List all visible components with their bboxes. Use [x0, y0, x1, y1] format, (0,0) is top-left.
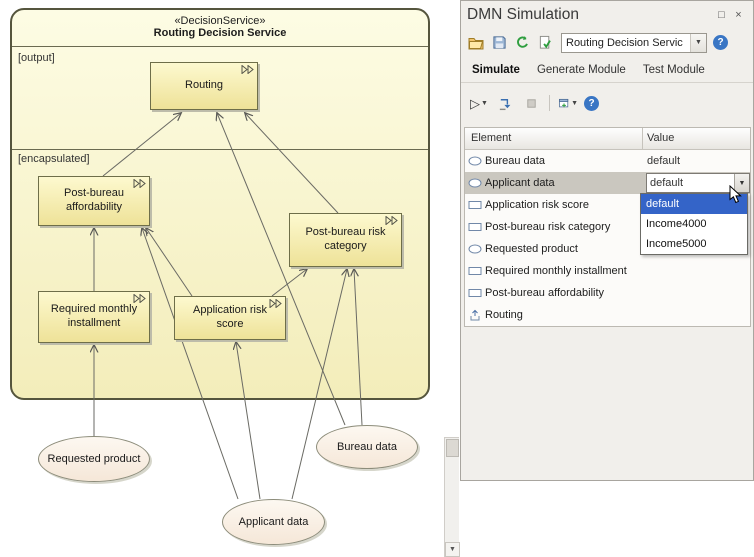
compartment-divider [12, 149, 428, 150]
simulate-toolbar: ▷▼ ▼ ? [461, 83, 753, 123]
help-icon[interactable]: ? [584, 96, 599, 111]
table-row-post-bureau-affordability[interactable]: Post-bureau affordability [465, 282, 750, 304]
row-value[interactable]: default [643, 155, 750, 167]
restore-icon[interactable]: □ [713, 9, 730, 21]
stop-simulation-icon[interactable] [521, 93, 541, 113]
routing-output-icon [465, 309, 485, 321]
tab-generate-module[interactable]: Generate Module [537, 64, 626, 76]
value-combobox-text: default [647, 177, 734, 189]
node-label: Required monthly installment [44, 303, 144, 331]
node-label: Bureau data [337, 441, 397, 453]
table-row-applicant-data[interactable]: Applicant datadefault▼ [465, 172, 750, 194]
close-icon[interactable]: × [730, 9, 747, 21]
input-data-bureau-data[interactable]: Bureau data [316, 425, 418, 469]
decision-icon [465, 266, 485, 276]
decision-post-bureau-affordability[interactable]: Post-bureau affordability [38, 176, 150, 226]
decision-glyph-icon [133, 179, 146, 188]
table-row-required-monthly-installment[interactable]: Required monthly installment [465, 260, 750, 282]
decision-icon [465, 222, 485, 232]
save-icon[interactable] [489, 33, 509, 53]
table-header: Element Value [465, 128, 750, 150]
node-label: Applicant data [239, 516, 309, 528]
input-data-applicant-data[interactable]: Applicant data [222, 499, 325, 545]
toolbar-separator [549, 95, 550, 111]
input-data-icon [465, 156, 485, 166]
row-element-label: Application risk score [485, 199, 643, 211]
output-compartment-label: [output] [18, 52, 55, 64]
row-element-label: Post-bureau affordability [485, 287, 643, 299]
node-label: Requested product [48, 453, 141, 465]
panel-title: DMN Simulation [467, 6, 713, 24]
service-stereotype: «DecisionService» [12, 15, 428, 27]
refresh-icon[interactable] [512, 33, 532, 53]
open-folder-icon[interactable] [466, 33, 486, 53]
tab-simulate[interactable]: Simulate [472, 64, 520, 76]
input-data-requested-product[interactable]: Requested product [38, 436, 150, 482]
node-label: Post-bureau risk category [295, 226, 396, 254]
dropdown-option-income5000[interactable]: Income5000 [641, 234, 747, 254]
row-element-label: Bureau data [485, 155, 643, 167]
decision-service-combobox[interactable]: Routing Decision Servic ▼ [561, 33, 707, 53]
decision-icon [465, 288, 485, 298]
decision-application-risk-score[interactable]: Application risk score [174, 296, 286, 340]
help-icon[interactable]: ? [713, 35, 728, 50]
scrollbar-thumb[interactable] [446, 439, 459, 457]
row-element-label: Required monthly installment [485, 265, 643, 277]
decision-glyph-icon [385, 216, 398, 225]
decision-glyph-icon [241, 65, 254, 74]
panel-title-bar: DMN Simulation □ × [461, 1, 753, 28]
node-label: Routing [185, 79, 223, 93]
panel-toolbar: Routing Decision Servic ▼ ? [461, 28, 753, 57]
decision-routing[interactable]: Routing [150, 62, 258, 110]
display-options-button[interactable]: ▼ [558, 93, 578, 113]
input-data-icon [465, 244, 485, 254]
step-over-icon[interactable] [495, 93, 515, 113]
dmn-simulation-panel: DMN Simulation □ × Routing Decision Serv… [460, 0, 754, 481]
diagram-vertical-scrollbar[interactable]: ▼ [444, 437, 459, 557]
mouse-cursor [729, 185, 742, 204]
service-name: Routing Decision Service [12, 27, 428, 39]
input-data-icon [465, 178, 485, 188]
row-element-label: Routing [485, 309, 643, 321]
run-simulation-button[interactable]: ▷▼ [469, 93, 489, 113]
row-element-label: Applicant data [485, 177, 642, 189]
table-row-routing[interactable]: Routing [465, 304, 750, 326]
dropdown-option-income4000[interactable]: Income4000 [641, 214, 747, 234]
decision-icon [465, 200, 485, 210]
node-label: Application risk score [180, 304, 280, 332]
decision-glyph-icon [269, 299, 282, 308]
table-row-bureau-data[interactable]: Bureau datadefault [465, 150, 750, 172]
row-element-label: Post-bureau risk category [485, 221, 643, 233]
compartment-divider [12, 46, 428, 47]
combobox-value: Routing Decision Servic [562, 37, 690, 49]
decision-post-bureau-risk-category[interactable]: Post-bureau risk category [289, 213, 402, 267]
chevron-down-icon[interactable]: ▼ [690, 34, 706, 52]
column-header-value: Value [643, 128, 750, 149]
scroll-down-button[interactable]: ▼ [445, 542, 460, 557]
row-element-label: Requested product [485, 243, 643, 255]
panel-tabs: Simulate Generate Module Test Module [461, 57, 753, 83]
decision-glyph-icon [133, 294, 146, 303]
screen: «DecisionService» Routing Decision Servi… [0, 0, 754, 557]
validate-icon[interactable] [535, 33, 555, 53]
column-header-element: Element [465, 128, 643, 149]
decision-required-monthly-installment[interactable]: Required monthly installment [38, 291, 150, 343]
encapsulated-compartment-label: [encapsulated] [18, 153, 90, 165]
decision-service-title: «DecisionService» Routing Decision Servi… [12, 15, 428, 39]
node-label: Post-bureau affordability [44, 187, 144, 215]
tab-test-module[interactable]: Test Module [643, 64, 705, 76]
